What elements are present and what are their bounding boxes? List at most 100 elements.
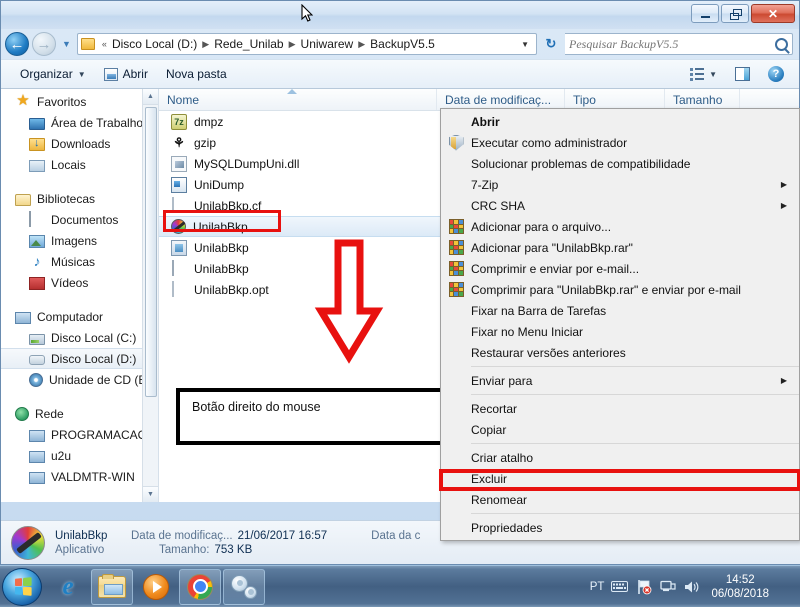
menu-label: Fixar na Barra de Tarefas	[471, 303, 607, 318]
column-header-tipo[interactable]: Tipo	[565, 89, 665, 110]
open-label: Abrir	[122, 67, 148, 81]
hard-drive-icon	[29, 333, 45, 345]
organize-button[interactable]: Organizar ▼	[11, 63, 95, 85]
refresh-icon[interactable]: ↻	[540, 33, 562, 55]
menu-item-solucionar-problemas-de-compatibilidade[interactable]: Solucionar problemas de compatibilidade	[441, 153, 799, 174]
view-options-button[interactable]: ▼	[681, 64, 726, 85]
menu-item-restaurar-versoes-anteriores[interactable]: Restaurar versões anteriores	[441, 342, 799, 363]
sidebar-item-disco-local-d[interactable]: Disco Local (D:)	[1, 348, 158, 369]
menu-item-adicionar-para-o-arquivo[interactable]: Adicionar para o arquivo...	[441, 216, 799, 237]
winrar-icon	[448, 219, 464, 234]
menu-item-copiar[interactable]: Copiar	[441, 419, 799, 440]
menu-label: Comprimir para "UnilabBkp.rar" e enviar …	[471, 282, 741, 297]
keyboard-icon[interactable]	[611, 579, 629, 595]
sidebar-item-documentos[interactable]: Documentos	[1, 209, 158, 230]
menu-label: Excluir	[471, 471, 508, 486]
menu-item-executar-como-administrador[interactable]: Executar como administrador	[441, 132, 799, 153]
menu-item-7-zip[interactable]: 7-Zip ▶	[441, 174, 799, 195]
scrollbar-thumb[interactable]	[145, 107, 157, 397]
action-center-flag-icon[interactable]	[635, 579, 652, 595]
minimize-button[interactable]	[691, 4, 719, 23]
breadcrumb-item-0[interactable]: Disco Local (D:)	[110, 36, 199, 52]
sidebar-item-imagens[interactable]: Imagens	[1, 230, 158, 251]
history-dropdown-icon[interactable]: ▼	[59, 39, 74, 49]
sidebar-item-disco-local-c[interactable]: Disco Local (C:)	[1, 327, 158, 348]
menu-item-criar-atalho[interactable]: Criar atalho	[441, 447, 799, 468]
sidebar-item-downloads[interactable]: Downloads	[1, 133, 158, 154]
file-name: UniDump	[194, 177, 245, 192]
scroll-up-arrow-icon[interactable]: ▲	[143, 89, 158, 105]
breadcrumb-overflow[interactable]: «	[99, 39, 110, 49]
settings-gears-icon	[231, 574, 257, 599]
sidebar-item-programacao[interactable]: PROGRAMACAO	[1, 424, 158, 445]
music-icon: ♪	[33, 253, 41, 269]
nav-group-favorites: ★ Favoritos Área de Trabalho Downloads L…	[1, 91, 158, 175]
menu-item-enviar-para[interactable]: Enviar para ▶	[441, 370, 799, 391]
search-box[interactable]	[565, 33, 793, 55]
clock-date: 06/08/2018	[711, 587, 769, 600]
breadcrumb[interactable]: « Disco Local (D:) ▶ Rede_Unilab ▶ Uniwa…	[76, 33, 537, 55]
annotation-note-box: Botão direito do mouse	[176, 388, 444, 445]
menu-label: Recortar	[471, 401, 518, 416]
sidebar-item-computador[interactable]: Computador	[1, 306, 158, 327]
column-header-tamanho[interactable]: Tamanho	[665, 89, 740, 110]
sidebar-label: Músicas	[51, 254, 96, 269]
menu-item-propriedades[interactable]: Propriedades	[441, 517, 799, 538]
scroll-down-arrow-icon[interactable]: ▼	[143, 486, 158, 502]
open-button[interactable]: Abrir	[95, 63, 157, 85]
preview-pane-button[interactable]	[726, 63, 759, 85]
menu-item-adicionar-para-unilabbkp-rar[interactable]: Adicionar para "UnilabBkp.rar"	[441, 237, 799, 258]
column-header-data[interactable]: Data de modificaç...	[437, 89, 565, 110]
back-button[interactable]: ←	[5, 32, 29, 56]
menu-item-renomear[interactable]: Renomear	[441, 489, 799, 510]
close-button[interactable]: ✕	[751, 4, 795, 23]
restore-button[interactable]	[721, 4, 749, 23]
taskbar-button-chrome[interactable]	[179, 568, 221, 605]
menu-item-crc-sha[interactable]: CRC SHA ▶	[441, 195, 799, 216]
menu-item-comprimir-para-unilabbkp-rar-e-enviar-por-e-mail[interactable]: Comprimir para "UnilabBkp.rar" e enviar …	[441, 279, 799, 300]
help-button[interactable]: ?	[759, 62, 793, 86]
sidebar-item-u2u[interactable]: u2u	[1, 445, 158, 466]
breadcrumb-item-2[interactable]: Uniwarew	[299, 36, 356, 52]
menu-icon-slot	[441, 219, 471, 234]
menu-item-excluir[interactable]: Excluir	[441, 468, 799, 489]
sidebar-item-valdmtr-win[interactable]: VALDMTR-WIN	[1, 466, 158, 487]
context-menu[interactable]: Abrir Executar como administrador Soluci…	[439, 108, 800, 541]
menu-item-fixar-na-barra-de-tarefas[interactable]: Fixar na Barra de Tarefas	[441, 300, 799, 321]
network-icon[interactable]	[659, 579, 676, 595]
forward-button[interactable]: →	[32, 32, 56, 56]
breadcrumb-item-1[interactable]: Rede_Unilab	[212, 36, 285, 52]
desktop-icon	[29, 117, 45, 130]
clock[interactable]: 14:52 06/08/2018	[707, 573, 773, 601]
language-indicator[interactable]: PT	[590, 581, 605, 593]
sidebar-item-videos[interactable]: Vídeos	[1, 272, 158, 293]
sidebar-scrollbar[interactable]: ▲ ▼	[142, 89, 158, 502]
sidebar-item-favoritos[interactable]: ★ Favoritos	[1, 91, 158, 112]
menu-item-fixar-no-menu-iniciar[interactable]: Fixar no Menu Iniciar	[441, 321, 799, 342]
taskbar-button-settings[interactable]	[223, 568, 265, 605]
windows-start-orb-icon[interactable]	[2, 567, 42, 606]
explorer-window: ✕ ← → ▼ « Disco Local (D:) ▶ Rede_Unilab…	[0, 0, 800, 565]
menu-item-recortar[interactable]: Recortar	[441, 398, 799, 419]
menu-item-comprimir-e-enviar-por-e-mail[interactable]: Comprimir e enviar por e-mail...	[441, 258, 799, 279]
sidebar-item-musicas[interactable]: ♪ Músicas	[1, 251, 158, 272]
sidebar-item-bibliotecas[interactable]: Bibliotecas	[1, 188, 158, 209]
new-folder-button[interactable]: Nova pasta	[157, 63, 236, 85]
menu-item-abrir[interactable]: Abrir	[441, 111, 799, 132]
taskbar-button-media-player[interactable]	[135, 569, 177, 605]
taskbar-button-file-explorer[interactable]	[91, 568, 133, 605]
search-input[interactable]	[569, 36, 775, 52]
sidebar-item-area-de-trabalho[interactable]: Área de Trabalho	[1, 112, 158, 133]
search-icon[interactable]	[775, 37, 788, 51]
command-toolbar: Organizar ▼ Abrir Nova pasta ▼ ?	[1, 59, 799, 89]
sidebar-item-rede[interactable]: Rede	[1, 403, 158, 424]
menu-label: Restaurar versões anteriores	[471, 345, 626, 360]
volume-icon[interactable]	[683, 579, 700, 595]
sidebar-item-locais[interactable]: Locais	[1, 154, 158, 175]
sidebar-item-unidade-de-cd[interactable]: Unidade de CD (E	[1, 369, 158, 390]
chevron-down-icon[interactable]: ▼	[516, 40, 534, 49]
breadcrumb-item-3[interactable]: BackupV5.5	[368, 36, 437, 52]
taskbar-button-internet-explorer[interactable]: e	[47, 569, 89, 605]
column-header-nome[interactable]: Nome	[159, 89, 437, 110]
